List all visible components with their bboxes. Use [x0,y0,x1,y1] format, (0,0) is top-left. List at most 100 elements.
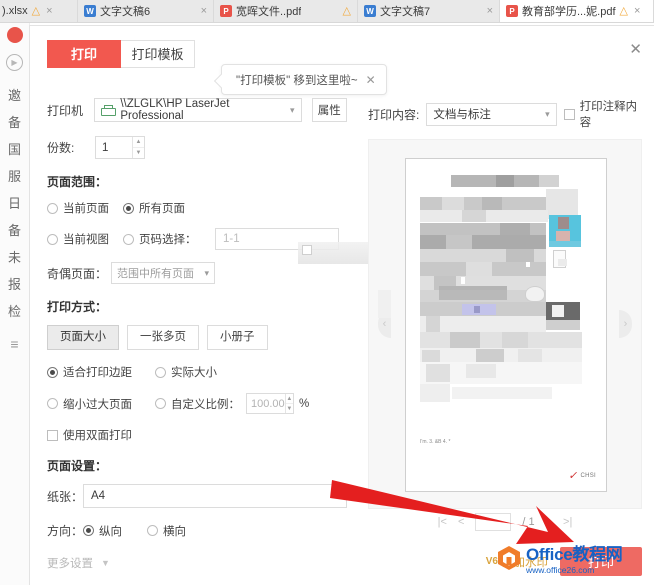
radio-label: 横向 [163,525,186,538]
radio-portrait[interactable]: 纵向 [83,523,147,539]
next-page-arrow-icon[interactable]: › [619,310,632,338]
page-range-title: 页面范围： [47,175,108,189]
print-content-select[interactable]: 文档与标注 ▾ [426,102,557,126]
radio-current-view[interactable]: 当前视图 [47,231,123,247]
pdf-icon: P [506,5,518,17]
chevron-down-icon: ▾ [334,490,339,501]
radio-label: 当前页面 [63,203,109,215]
page-number-input[interactable] [475,513,512,531]
tab-label: 文字文稿6 [100,6,151,18]
stepper-arrows[interactable]: ▲ ▼ [284,394,293,413]
stepper-arrows[interactable]: ▲ ▼ [132,137,144,158]
fit-options-row-1: 适合打印边距 实际大小 [47,364,347,380]
chevron-down-icon: ▼ [101,558,110,568]
sidebar-char: 备 [7,115,21,130]
tab-item[interactable]: P 宽晖文件..pdf △ [214,0,358,22]
mode-booklet-button[interactable]: 小册子 [207,325,268,350]
printer-select[interactable]: \\ZLGLK\HP LaserJet Professional ▾ [94,98,302,122]
dialog-close-icon[interactable]: ✕ [629,42,642,57]
print-comments-checkbox[interactable]: 打印注释内容 [563,98,638,130]
sidebar-char: 报 [7,277,21,292]
sidebar-vertical-text: 邀 备 国 服 日 备 未 报 检 [8,75,21,318]
radio-landscape[interactable]: 横向 [147,523,186,539]
prev-page-icon[interactable]: < [458,516,464,528]
radio-page-selection[interactable]: 页码选择： [123,231,215,247]
word-icon: W [84,5,96,17]
next-page-icon[interactable]: > [546,516,552,528]
stepper-up-icon[interactable]: ▲ [285,394,293,404]
duplex-checkbox[interactable]: 使用双面打印 [47,427,347,443]
menu-icon[interactable]: ≡ [10,336,18,352]
first-page-icon[interactable]: |< [438,516,447,528]
close-icon[interactable]: × [44,5,52,17]
scale-stepper[interactable]: 100.00 ▲ ▼ [246,393,294,414]
tab-print-template[interactable]: 打印模板 [121,40,195,68]
document-text-fragment: I'm. 3. &B 4. * [420,439,451,446]
tab-print[interactable]: 打印 [47,40,121,68]
copies-value[interactable]: 1 [96,137,132,158]
mode-multi-page-button[interactable]: 一张多页 [127,325,199,350]
printer-icon [101,104,117,116]
play-icon[interactable]: ▶ [6,54,23,71]
radio-actual-size[interactable]: 实际大小 [155,364,217,380]
radio-label: 页码选择： [139,234,197,246]
print-preview: ‹ › I'm. 3. &B 4. * ✓ CHSI [368,139,642,509]
tooltip-close-icon[interactable]: ✕ [366,73,376,87]
checkbox-box[interactable] [302,245,312,255]
tab-item[interactable]: W 文字文稿7 × [358,0,500,22]
hexagon-icon [498,545,520,570]
radio-dot-selected [123,202,134,214]
radio-fit-margins[interactable]: 适合打印边距 [47,364,155,380]
chevron-down-icon: ▾ [204,267,210,278]
radio-dot [47,398,58,409]
mode-page-size-button[interactable]: 页面大小 [47,325,119,350]
tab-item-active[interactable]: P 教育部学历...妮.pdf △ × [500,0,654,22]
tab-label: 文字文稿7 [380,6,431,18]
odd-even-label: 奇偶页面： [47,266,108,281]
radio-label: 自定义比例： [171,398,240,411]
scale-value[interactable]: 100.00 [247,394,285,413]
radio-shrink-oversized[interactable]: 缩小过大页面 [47,396,155,412]
radio-label: 实际大小 [171,367,217,379]
tab-label: ).xlsx [2,5,28,17]
radio-current-page[interactable]: 当前页面 [47,200,123,216]
paper-select[interactable]: A4 ▾ [83,484,347,508]
radio-custom-scale[interactable]: 自定义比例： [155,396,240,412]
radio-dot-selected [47,366,58,378]
printer-value: \\ZLGLK\HP LaserJet Professional [120,98,230,122]
seal-label: CHSI [580,472,596,479]
radio-label: 纵向 [99,525,122,538]
chsi-seal: ✓ CHSI [568,469,596,482]
last-page-icon[interactable]: >| [563,516,572,528]
chevron-down-icon: ▾ [545,108,550,119]
duplex-label: 使用双面打印 [63,430,132,442]
copies-stepper[interactable]: 1 ▲ ▼ [95,136,145,159]
paper-label: 纸张： [47,489,84,504]
fit-options-row-2: 缩小过大页面 自定义比例： 100.00 ▲ ▼ % [47,393,347,414]
stepper-down-icon[interactable]: ▼ [286,404,293,413]
stepper-up-icon[interactable]: ▲ [133,137,144,148]
copies-label: 份数: [47,141,75,155]
left-sidebar: ▶ 邀 备 国 服 日 备 未 报 检 ≡ [0,23,30,585]
page-total-label: / 1 [522,516,535,528]
tab-item[interactable]: ).xlsx △ × [0,0,78,22]
close-icon[interactable]: × [485,5,493,17]
stepper-down-icon[interactable]: ▼ [133,148,144,158]
odd-even-select[interactable]: 范围中所有页面 ▾ [111,262,216,284]
close-icon[interactable]: × [199,5,207,17]
sidebar-char: 备 [7,223,21,238]
preview-scroll-handle[interactable] [378,290,391,318]
more-settings-toggle[interactable]: 更多设置 ▼ [47,555,347,571]
radio-all-pages[interactable]: 所有页面 [123,200,185,216]
printer-label: 打印机 [47,103,84,118]
tab-item[interactable]: W 文字文稿6 × [78,0,214,22]
tooltip-bubble: "打印模板" 移到这里啦~ ✕ [221,64,387,95]
sidebar-char: 国 [7,142,21,157]
tab-label: 教育部学历...妮.pdf [522,6,616,18]
printer-properties-button[interactable]: 属性 [311,98,348,122]
close-icon[interactable]: × [632,5,640,17]
sidebar-char: 服 [7,169,21,184]
page-setup-title: 页面设置： [47,459,108,473]
record-icon[interactable] [6,27,23,43]
watermark-brand: Office教程网 [526,545,623,564]
